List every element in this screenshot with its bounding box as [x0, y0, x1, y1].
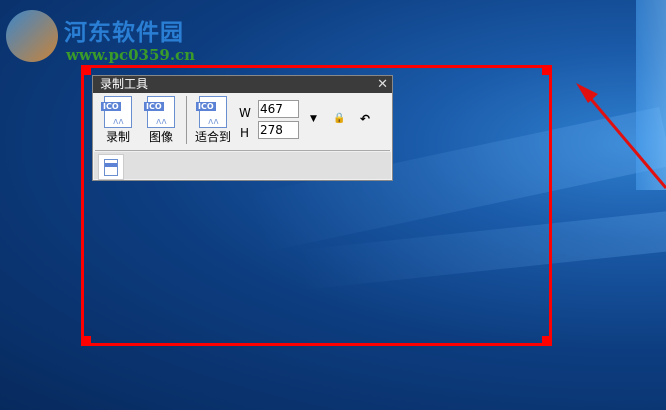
thumbnail-strip	[94, 152, 391, 180]
red-arrow-annotation	[576, 83, 666, 189]
ico-file-icon: ICO ʌʌ	[101, 96, 132, 128]
ico-file-icon: ICO ʌʌ	[144, 96, 175, 128]
height-input[interactable]: 278	[258, 121, 299, 139]
close-icon[interactable]: ✕	[377, 76, 388, 93]
lock-icon[interactable]: 🔒	[333, 113, 345, 124]
divider	[95, 150, 390, 151]
divider	[186, 96, 187, 144]
fit-to-button[interactable]: ICO ʌʌ 适合到	[191, 96, 235, 145]
height-label: H	[240, 126, 250, 140]
capture-thumbnail[interactable]	[98, 154, 124, 180]
title-bar[interactable]: 录制工具 ✕	[93, 76, 392, 93]
triangle-down-icon[interactable]: ▼	[310, 114, 317, 124]
recording-toolbar-window: 录制工具 ✕ ICO ʌʌ 录制 ICO ʌʌ 图像 ICO ʌʌ 适合到 W 467…	[92, 75, 393, 181]
window-title: 录制工具	[100, 77, 149, 91]
record-button[interactable]: ICO ʌʌ 录制	[98, 96, 138, 145]
width-input[interactable]: 467	[258, 100, 299, 118]
ico-file-icon: ICO ʌʌ	[196, 96, 227, 128]
rotate-icon[interactable]: ↶	[360, 112, 370, 126]
width-label: W	[239, 106, 251, 120]
image-button[interactable]: ICO ʌʌ 图像	[141, 96, 181, 145]
